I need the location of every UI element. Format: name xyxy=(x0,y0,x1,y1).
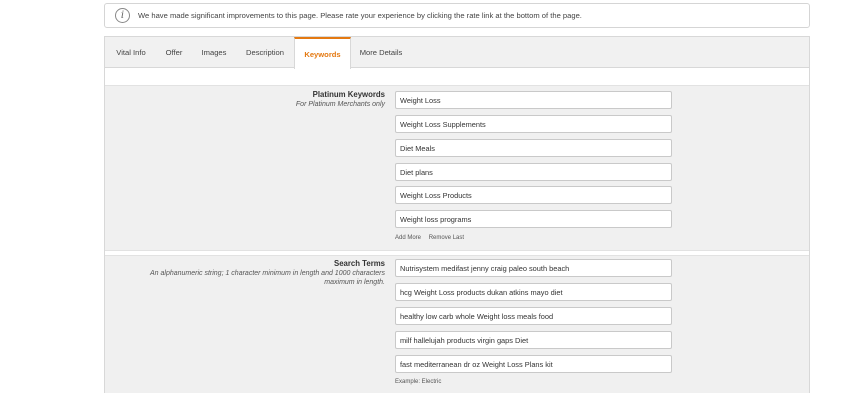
platinum-keyword-field-3[interactable] xyxy=(395,139,672,157)
notice-message: We have made significant improvements to… xyxy=(138,11,582,20)
add-more-link[interactable]: Add More xyxy=(395,235,421,241)
platinum-keyword-field-2[interactable] xyxy=(395,115,672,133)
search-terms-example: Example: Electric xyxy=(395,379,442,385)
tab-keywords[interactable]: Keywords xyxy=(294,37,351,69)
search-term-field-1[interactable] xyxy=(395,259,672,277)
search-term-field-3[interactable] xyxy=(395,307,672,325)
tab-bar: Vital Info Offer Images Description Keyw… xyxy=(105,37,809,69)
search-term-field-4[interactable] xyxy=(395,331,672,349)
platinum-keywords-section: Platinum Keywords For Platinum Merchants… xyxy=(105,85,809,251)
search-term-field-5[interactable] xyxy=(395,355,672,373)
search-term-field-2[interactable] xyxy=(395,283,672,301)
tab-offer[interactable]: Offer xyxy=(157,37,191,68)
search-terms-subtitle-line1: An alphanumeric string; 1 character mini… xyxy=(149,270,385,277)
platinum-keyword-actions: Add More Remove Last xyxy=(395,235,470,241)
platinum-keywords-title: Platinum Keywords xyxy=(312,90,385,99)
platinum-keywords-label: Platinum Keywords For Platinum Merchants… xyxy=(296,90,385,109)
edit-panel: Vital Info Offer Images Description Keyw… xyxy=(104,36,810,393)
platinum-keyword-field-5[interactable] xyxy=(395,186,672,204)
tab-more-details[interactable]: More Details xyxy=(353,37,409,68)
search-terms-subtitle-line2: maximum in length. xyxy=(324,279,385,286)
search-terms-label: Search Terms An alphanumeric string; 1 c… xyxy=(150,259,385,287)
search-terms-section: Search Terms An alphanumeric string; 1 c… xyxy=(105,255,809,393)
tab-vital-info[interactable]: Vital Info xyxy=(105,37,157,68)
platinum-keyword-field-6[interactable] xyxy=(395,210,672,228)
platinum-keywords-subtitle: For Platinum Merchants only xyxy=(295,101,385,108)
tab-description[interactable]: Description xyxy=(237,37,293,68)
platinum-keyword-field-4[interactable] xyxy=(395,163,672,181)
search-terms-title: Search Terms xyxy=(334,259,385,268)
platinum-keyword-field-1[interactable] xyxy=(395,91,672,109)
remove-last-link[interactable]: Remove Last xyxy=(429,235,464,241)
notice-banner: i We have made significant improvements … xyxy=(104,3,810,28)
tab-images[interactable]: Images xyxy=(193,37,235,68)
info-icon: i xyxy=(115,8,130,23)
